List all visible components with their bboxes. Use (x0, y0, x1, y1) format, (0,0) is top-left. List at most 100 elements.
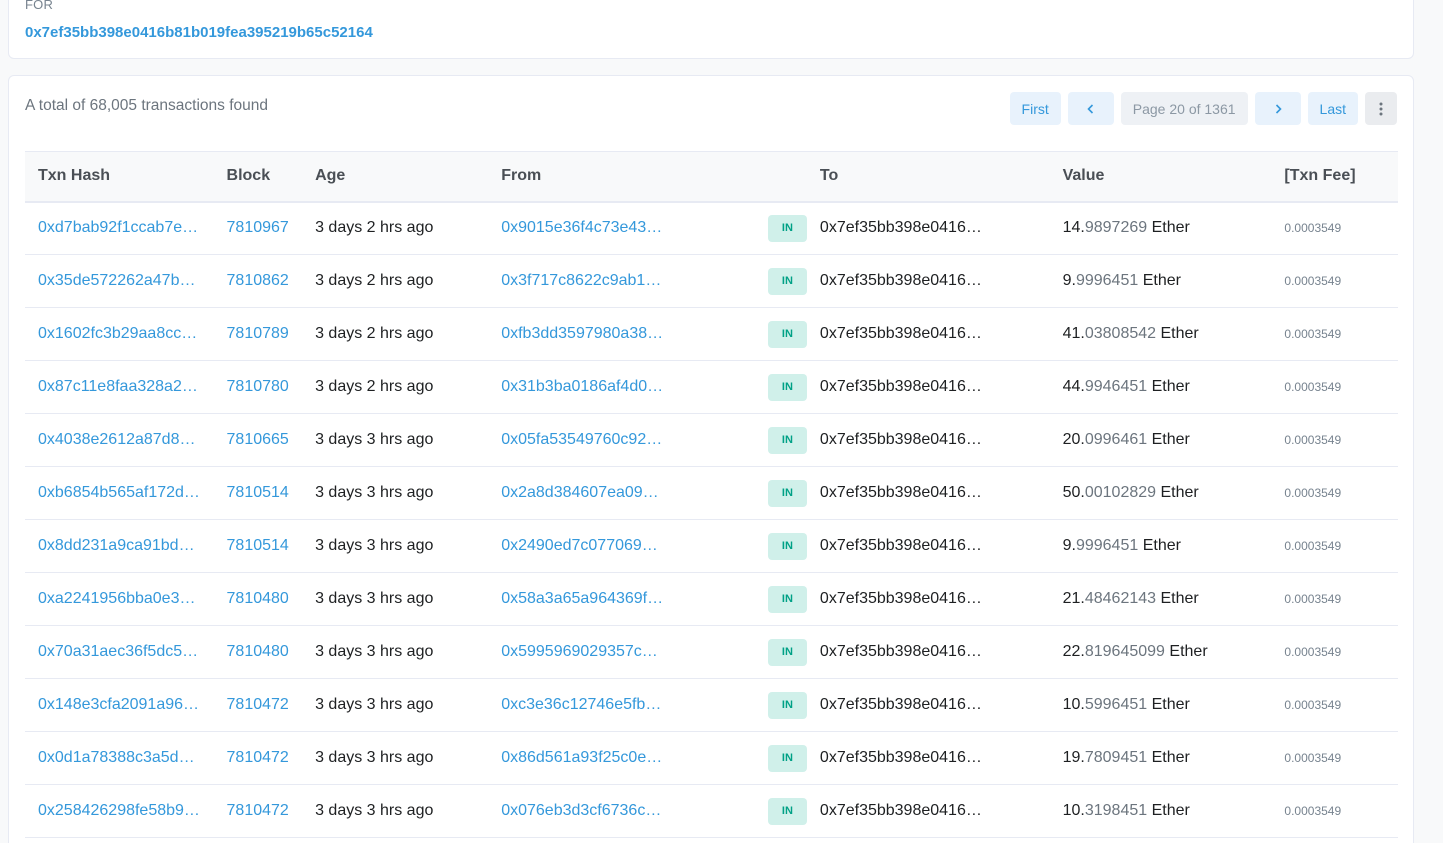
value-cell: 22.819645099 Ether (1049, 625, 1272, 679)
vertical-dots-icon (1379, 102, 1383, 116)
block-link[interactable]: 7810480 (227, 643, 289, 660)
value-cell: 9.9996451 Ether (1049, 519, 1272, 573)
txn-hash-link[interactable]: 0x148e3cfa2091a96… (38, 696, 199, 714)
from-address-link[interactable]: 0x2490ed7c077069… (501, 537, 658, 555)
txn-hash-link[interactable]: 0xa2241956bba0e3… (38, 590, 195, 608)
block-link[interactable]: 7810472 (227, 802, 289, 819)
txn-hash-link[interactable]: 0x8dd231a9ca91bd… (38, 537, 195, 555)
column-header-to: To (806, 151, 1050, 203)
value-decimals: 9946451 (1084, 378, 1148, 395)
from-address-link[interactable]: 0x05fa53549760c92… (501, 431, 662, 449)
block-link[interactable]: 7810472 (227, 696, 289, 713)
value-decimals: 819645099 (1084, 643, 1165, 660)
value-integer: 50. (1062, 484, 1085, 501)
last-page-button[interactable]: Last (1307, 92, 1358, 125)
block-link[interactable]: 7810789 (227, 325, 289, 342)
txn-hash-link[interactable]: 0x35de572262a47b… (38, 272, 195, 290)
previous-page-button[interactable] (1067, 92, 1114, 125)
txn-hash-link[interactable]: 0x0d1a78388c3a5d… (38, 749, 195, 767)
block-link[interactable]: 7810514 (227, 537, 289, 554)
value-integer: 10. (1062, 802, 1085, 819)
to-cell: 0x7ef35bb398e0416… (806, 201, 1050, 255)
txn-fee-text: 0.0003549 (1284, 751, 1342, 765)
block-link[interactable]: 7810514 (227, 484, 289, 501)
direction-badge: IN (767, 267, 807, 295)
txn-hash-cell: 0xa2241956bba0e3… (25, 572, 214, 626)
to-address-text: 0x7ef35bb398e0416… (819, 324, 982, 342)
more-options-button[interactable] (1365, 92, 1397, 125)
block-link[interactable]: 7810780 (227, 378, 289, 395)
txn-hash-cell: 0x258426298fe58b9… (25, 784, 214, 838)
txn-hash-cell: 0xb6854b565af172d… (25, 466, 214, 520)
column-header-txn-fee: [Txn Fee] (1271, 151, 1398, 203)
from-address-link[interactable]: 0x9015e36f4c73e43… (501, 219, 662, 237)
value-cell: 50.00102829 Ether (1049, 466, 1272, 520)
transactions-table-body: 0xd7bab92f1ccab7e… 7810967 3 days 2 hrs ag… (25, 201, 1398, 838)
from-address-link[interactable]: 0xc3e36c12746e5fb… (501, 696, 661, 714)
fee-cell: 0.0003549 (1271, 201, 1398, 255)
block-cell: 7810472 (213, 731, 303, 785)
from-address-link[interactable]: 0x076eb3d3cf6736c… (501, 802, 661, 820)
txn-hash-link[interactable]: 0x70a31aec36f5dc5… (38, 643, 198, 661)
txn-hash-cell: 0x148e3cfa2091a96… (25, 678, 214, 732)
from-address-link[interactable]: 0x86d561a93f25c0e… (501, 749, 662, 767)
value-integer: 44. (1062, 378, 1085, 395)
direction-cell: IN (729, 201, 807, 255)
block-link[interactable]: 7810967 (227, 219, 289, 236)
value-decimals: 03808542 (1084, 325, 1157, 342)
table-row: 0xa2241956bba0e3… 7810480 3 days 3 hrs ago… (25, 572, 1398, 626)
to-cell: 0x7ef35bb398e0416… (806, 678, 1050, 732)
txn-hash-link[interactable]: 0x4038e2612a87d8… (38, 431, 195, 449)
txn-hash-link[interactable]: 0x87c11e8faa328a2… (38, 378, 198, 396)
txn-hash-cell: 0x70a31aec36f5dc5… (25, 625, 214, 679)
block-link[interactable]: 7810472 (227, 749, 289, 766)
from-cell: 0x5995969029357c… (488, 625, 730, 679)
txn-hash-link[interactable]: 0xd7bab92f1ccab7e… (38, 219, 198, 237)
block-cell: 7810472 (213, 678, 303, 732)
fee-cell: 0.0003549 (1271, 731, 1398, 785)
direction-badge: IN (767, 638, 807, 666)
transactions-card: A total of 68,005 transactions found Fir… (8, 75, 1414, 843)
address-header-card: FOR 0x7ef35bb398e0416b81b019fea395219b65… (8, 0, 1414, 59)
direction-cell: IN (729, 254, 807, 308)
value-unit: Ether (1147, 802, 1190, 819)
value-unit: Ether (1147, 696, 1190, 713)
value-unit: Ether (1147, 749, 1190, 766)
direction-badge: IN (767, 797, 807, 825)
next-page-button[interactable] (1254, 92, 1301, 125)
from-address-link[interactable]: 0x5995969029357c… (501, 643, 658, 661)
block-link[interactable]: 7810862 (227, 272, 289, 289)
from-address-link[interactable]: 0x31b3ba0186af4d0… (501, 378, 663, 396)
value-cell: 10.3198451 Ether (1049, 784, 1272, 838)
from-address-link[interactable]: 0xfb3dd3597980a38… (501, 325, 663, 343)
block-cell: 7810789 (213, 307, 303, 361)
txn-fee-text: 0.0003549 (1284, 327, 1342, 341)
txn-hash-link[interactable]: 0xb6854b565af172d… (38, 484, 200, 502)
table-row: 0x4038e2612a87d8… 7810665 3 days 3 hrs ago… (25, 413, 1398, 467)
txn-hash-link[interactable]: 0x258426298fe58b9… (38, 802, 200, 820)
from-address-link[interactable]: 0x2a8d384607ea09… (501, 484, 658, 502)
for-label: FOR (25, 0, 54, 12)
age-cell: 3 days 2 hrs ago (302, 307, 489, 361)
txn-fee-text: 0.0003549 (1284, 380, 1342, 394)
txn-hash-cell: 0x35de572262a47b… (25, 254, 214, 308)
age-text: 3 days 2 hrs ago (315, 378, 434, 395)
age-cell: 3 days 3 hrs ago (302, 572, 489, 626)
txn-fee-text: 0.0003549 (1284, 804, 1342, 818)
age-cell: 3 days 3 hrs ago (302, 413, 489, 467)
to-address-text: 0x7ef35bb398e0416… (819, 748, 982, 766)
txn-fee-text: 0.0003549 (1284, 539, 1342, 553)
txn-hash-cell: 0x87c11e8faa328a2… (25, 360, 214, 414)
from-address-link[interactable]: 0x58a3a65a964369f… (501, 590, 663, 608)
block-link[interactable]: 7810480 (227, 590, 289, 607)
value-cell: 10.5996451 Ether (1049, 678, 1272, 732)
to-cell: 0x7ef35bb398e0416… (806, 625, 1050, 679)
from-cell: 0x58a3a65a964369f… (488, 572, 730, 626)
txn-hash-link[interactable]: 0x1602fc3b29aa8cc… (38, 325, 197, 343)
fee-cell: 0.0003549 (1271, 307, 1398, 361)
from-cell: 0xfb3dd3597980a38… (488, 307, 730, 361)
from-address-link[interactable]: 0x3f717c8622c9ab1… (501, 272, 661, 290)
first-page-button[interactable]: First (1009, 92, 1061, 125)
address-link[interactable]: 0x7ef35bb398e0416b81b019fea395219b65c521… (25, 24, 373, 41)
block-link[interactable]: 7810665 (227, 431, 289, 448)
